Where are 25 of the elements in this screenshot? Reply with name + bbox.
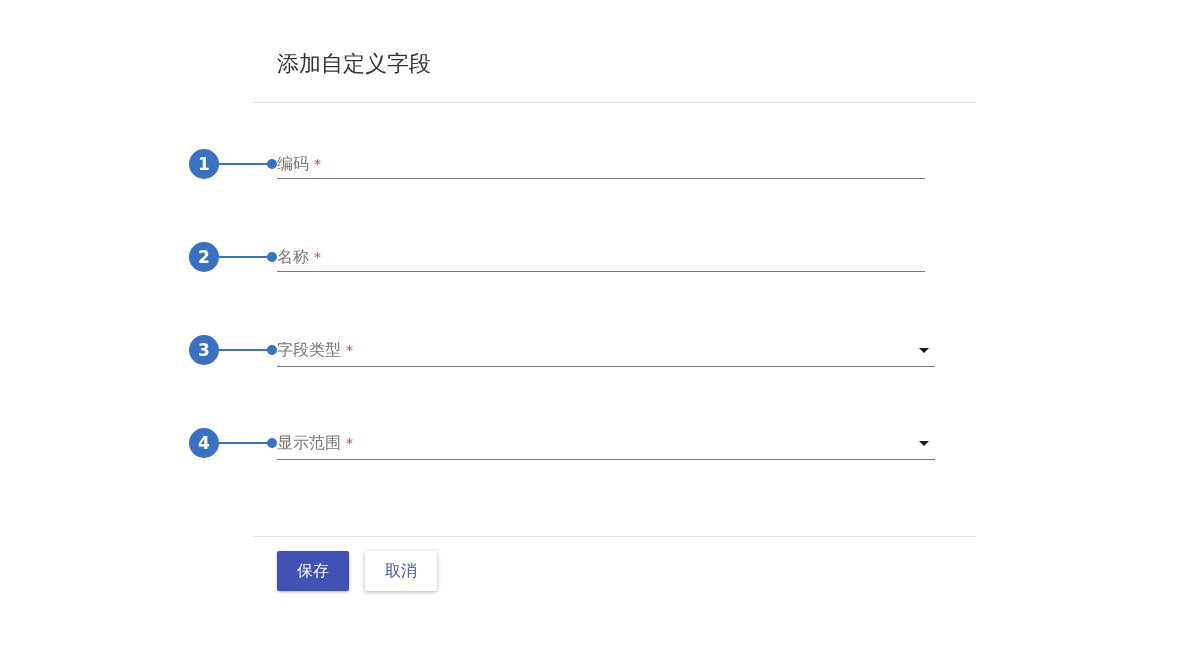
required-mark: *	[346, 434, 353, 453]
field-label: 名称	[277, 246, 309, 268]
callout-number: 3	[189, 335, 219, 365]
field-label: 编码	[277, 153, 309, 175]
save-button[interactable]: 保存	[277, 551, 349, 591]
cancel-button[interactable]: 取消	[365, 551, 437, 591]
field-label: 字段类型	[277, 339, 341, 361]
dialog-title: 添加自定义字段	[277, 50, 431, 78]
leader-line	[219, 345, 277, 355]
caret-icon	[919, 440, 929, 446]
required-mark: *	[346, 341, 353, 360]
text-field[interactable]: 名称 *	[277, 245, 925, 272]
leader-line	[219, 438, 277, 448]
leader-line	[219, 252, 277, 262]
caret-icon	[919, 347, 929, 353]
required-mark: *	[314, 248, 321, 267]
select-field[interactable]: 字段类型 *	[277, 338, 935, 367]
callout-number: 2	[189, 242, 219, 272]
leader-line	[219, 159, 277, 169]
field-label: 显示范围	[277, 432, 341, 454]
callout-number: 4	[189, 428, 219, 458]
callout-number: 1	[189, 149, 219, 179]
required-mark: *	[314, 155, 321, 174]
text-field[interactable]: 编码 *	[277, 152, 925, 179]
select-field[interactable]: 显示范围 *	[277, 431, 935, 460]
